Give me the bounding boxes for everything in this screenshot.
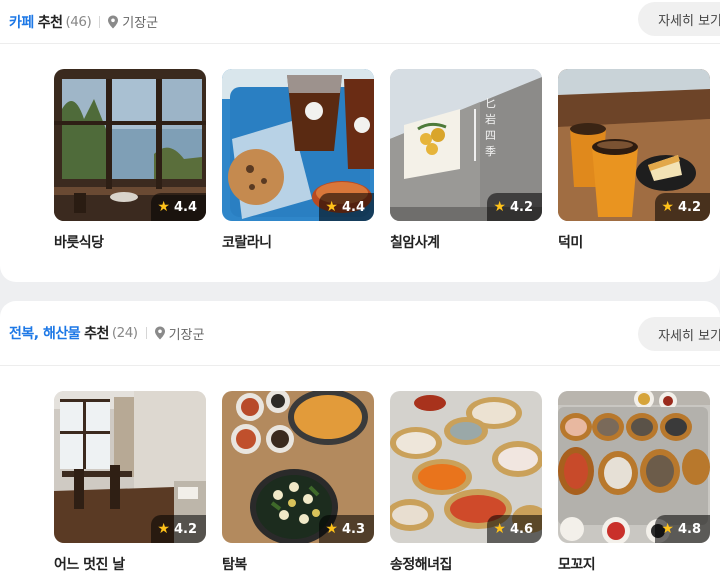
place-photo[interactable]: ★ 4.6 [390, 391, 542, 543]
rating-value: 4.8 [677, 521, 701, 537]
place-card[interactable]: ★ 4.4 바릇식당 [54, 69, 206, 252]
location-label: 기장군 [168, 327, 205, 343]
place-photo[interactable]: ★ 4.4 [54, 69, 206, 221]
divider [145, 327, 147, 339]
svg-text:季: 季 [485, 145, 496, 158]
title-count: (24) [111, 325, 138, 341]
location-label: 기장군 [122, 16, 159, 31]
star-icon: ★ [157, 199, 170, 215]
rating-badge: ★ 4.2 [151, 515, 206, 543]
divider [99, 15, 101, 28]
star-icon: ★ [325, 199, 338, 215]
star-icon: ★ [493, 199, 506, 215]
place-card[interactable]: ★ 4.2 어느 멋진 날 [54, 391, 206, 574]
rating-value: 4.2 [173, 521, 197, 537]
section-title: 카페 추천 (46) [9, 12, 92, 32]
place-name[interactable]: 모꼬지 [558, 554, 710, 574]
place-photo[interactable]: ★ 4.2 [54, 391, 206, 543]
rating-value: 4.6 [509, 521, 533, 537]
place-card[interactable]: ★ 4.8 모꼬지 [558, 391, 710, 574]
rating-badge: ★ 4.2 [655, 193, 710, 221]
title-rest: 추천 [84, 326, 109, 342]
more-button[interactable]: 자세히 보기 [638, 2, 720, 36]
place-card[interactable]: ★ 4.4 코랄라니 [222, 69, 374, 252]
svg-text:四: 四 [485, 129, 496, 142]
place-name[interactable]: 덕미 [558, 232, 710, 252]
location: 기장군 [107, 12, 158, 31]
star-icon: ★ [661, 521, 674, 537]
title-rest: 추천 [37, 14, 63, 31]
location-pin-icon [154, 326, 165, 340]
more-button[interactable]: 자세히 보기 [638, 317, 720, 351]
place-photo[interactable]: ★ 4.3 [222, 391, 374, 543]
card-list: ★ 4.4 바릇식당 ★ 4.4 코랄라니 匕 岩 四 季 ★ 4.2 칠암사계… [54, 69, 710, 252]
rating-value: 4.2 [509, 199, 533, 215]
place-photo[interactable]: ★ 4.4 [222, 69, 374, 221]
place-name[interactable]: 어느 멋진 날 [54, 554, 206, 574]
section-title: 전복, 해산물 추천 (24) [9, 323, 138, 343]
star-icon: ★ [493, 521, 506, 537]
rating-value: 4.4 [341, 199, 365, 215]
place-photo[interactable]: ★ 4.8 [558, 391, 710, 543]
section-header: 카페 추천 (46) 기장군 자세히 보기 [0, 0, 720, 44]
svg-text:匕: 匕 [485, 97, 496, 110]
card-list: ★ 4.2 어느 멋진 날 ★ 4.3 탐복 ★ 4.6 송정해녀집 ★ 4.8… [54, 391, 710, 574]
rating-value: 4.4 [173, 199, 197, 215]
svg-text:岩: 岩 [485, 112, 496, 126]
place-name[interactable]: 바릇식당 [54, 232, 206, 252]
section-header: 전복, 해산물 추천 (24) 기장군 자세히 보기 [0, 301, 720, 366]
cafe-section: 카페 추천 (46) 기장군 자세히 보기 ★ 4.4 바릇식당 ★ 4.4 코… [0, 0, 720, 282]
rating-badge: ★ 4.4 [151, 193, 206, 221]
rating-value: 4.3 [341, 521, 365, 537]
rating-badge: ★ 4.2 [487, 193, 542, 221]
seafood-section: 전복, 해산물 추천 (24) 기장군 자세히 보기 ★ 4.2 어느 멋진 날… [0, 301, 720, 579]
title-count: (46) [65, 13, 92, 30]
rating-value: 4.2 [677, 199, 701, 215]
place-photo[interactable]: 匕 岩 四 季 ★ 4.2 [390, 69, 542, 221]
star-icon: ★ [157, 521, 170, 537]
place-card[interactable]: 匕 岩 四 季 ★ 4.2 칠암사계 [390, 69, 542, 252]
place-photo[interactable]: ★ 4.2 [558, 69, 710, 221]
title-accent: 전복, 해산물 [9, 326, 81, 342]
rating-badge: ★ 4.3 [319, 515, 374, 543]
star-icon: ★ [661, 199, 674, 215]
place-name[interactable]: 송정해녀집 [390, 554, 542, 574]
place-name[interactable]: 칠암사계 [390, 232, 542, 252]
rating-badge: ★ 4.4 [319, 193, 374, 221]
place-card[interactable]: ★ 4.6 송정해녀집 [390, 391, 542, 574]
place-card[interactable]: ★ 4.3 탐복 [222, 391, 374, 574]
place-card[interactable]: ★ 4.2 덕미 [558, 69, 710, 252]
place-name[interactable]: 탐복 [222, 554, 374, 574]
rating-badge: ★ 4.8 [655, 515, 710, 543]
title-accent: 카페 [9, 14, 34, 31]
location-pin-icon [108, 15, 119, 28]
star-icon: ★ [325, 521, 338, 537]
place-name[interactable]: 코랄라니 [222, 232, 374, 252]
location: 기장군 [154, 324, 205, 343]
rating-badge: ★ 4.6 [487, 515, 542, 543]
